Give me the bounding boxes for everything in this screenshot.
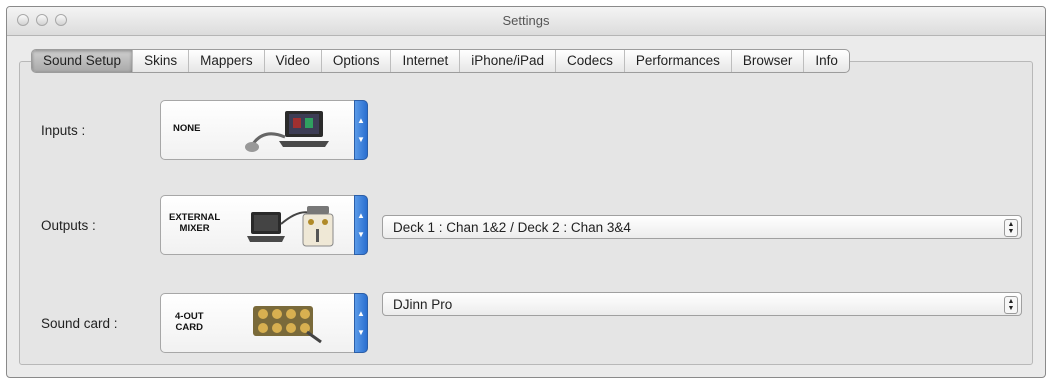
inputs-label: Inputs : [41,123,86,138]
output-routing-select[interactable]: Deck 1 : Chan 1&2 / Deck 2 : Chan 3&4 ▲ ▼ [382,215,1022,239]
outputs-stepper[interactable]: ▲ ▼ [354,195,368,255]
stepper-down-icon: ▼ [357,230,365,239]
soundcard-stepper[interactable]: ▲ ▼ [354,293,368,353]
stepper-up-icon: ▲ [357,116,365,125]
soundcard-value-line2: CARD [175,322,203,333]
soundcard-value-line1: 4-OUT [175,311,204,322]
inputs-value: NONE [173,123,201,134]
stepper-down-icon: ▼ [357,328,365,337]
tab-codecs[interactable]: Codecs [556,50,625,72]
tab-skins[interactable]: Skins [133,50,190,72]
tab-options[interactable]: Options [322,50,392,72]
tab-performances[interactable]: Performances [625,50,732,72]
tab-iphone-ipad[interactable]: iPhone/iPad [460,50,557,72]
soundcard-device-value: DJinn Pro [393,297,453,312]
outputs-selector[interactable]: EXTERNAL MIXER ▲ ▼ [160,195,368,255]
soundcard-selector[interactable]: 4-OUT CARD ▲ ▼ [160,293,368,353]
tab-sound-setup[interactable]: Sound Setup [32,50,134,72]
soundcard-label: Sound card : [41,316,118,331]
audio-card-icon [253,306,322,344]
outputs-label: Outputs : [41,218,96,233]
tab-mappers[interactable]: Mappers [189,50,265,72]
combo-arrows-icon: ▲ ▼ [1004,296,1018,314]
stepper-down-icon: ▼ [357,135,365,144]
tab-video[interactable]: Video [265,50,322,72]
stepper-up-icon: ▲ [357,211,365,220]
laptop-mixer-icon [247,206,334,247]
tab-browser[interactable]: Browser [732,50,805,72]
stepper-up-icon: ▲ [357,309,365,318]
settings-tab-bar: Sound Setup Skins Mappers Video Options … [31,49,850,73]
inputs-selector[interactable]: NONE ▲ ▼ [160,100,368,160]
soundcard-device-select[interactable]: DJinn Pro ▲ ▼ [382,292,1022,316]
settings-window: Settings Inputs : NONE ▲ ▼ Outputs : EXT… [6,6,1046,378]
inputs-stepper[interactable]: ▲ ▼ [354,100,368,160]
output-routing-value: Deck 1 : Chan 1&2 / Deck 2 : Chan 3&4 [393,220,631,235]
soundcard-value: 4-OUT CARD [175,311,204,333]
sound-setup-panel: Inputs : NONE ▲ ▼ Outputs : EXTERNAL MIX… [19,61,1033,365]
title-bar: Settings [7,7,1045,36]
laptop-cable-icon [245,111,329,152]
outputs-value: EXTERNAL MIXER [169,212,220,234]
window-title: Settings [502,13,550,28]
combo-arrows-icon: ▲ ▼ [1004,219,1018,237]
outputs-value-line2: MIXER [179,223,210,234]
tab-info[interactable]: Info [804,50,849,72]
outputs-value-line1: EXTERNAL [169,212,221,223]
tab-internet[interactable]: Internet [391,50,461,72]
